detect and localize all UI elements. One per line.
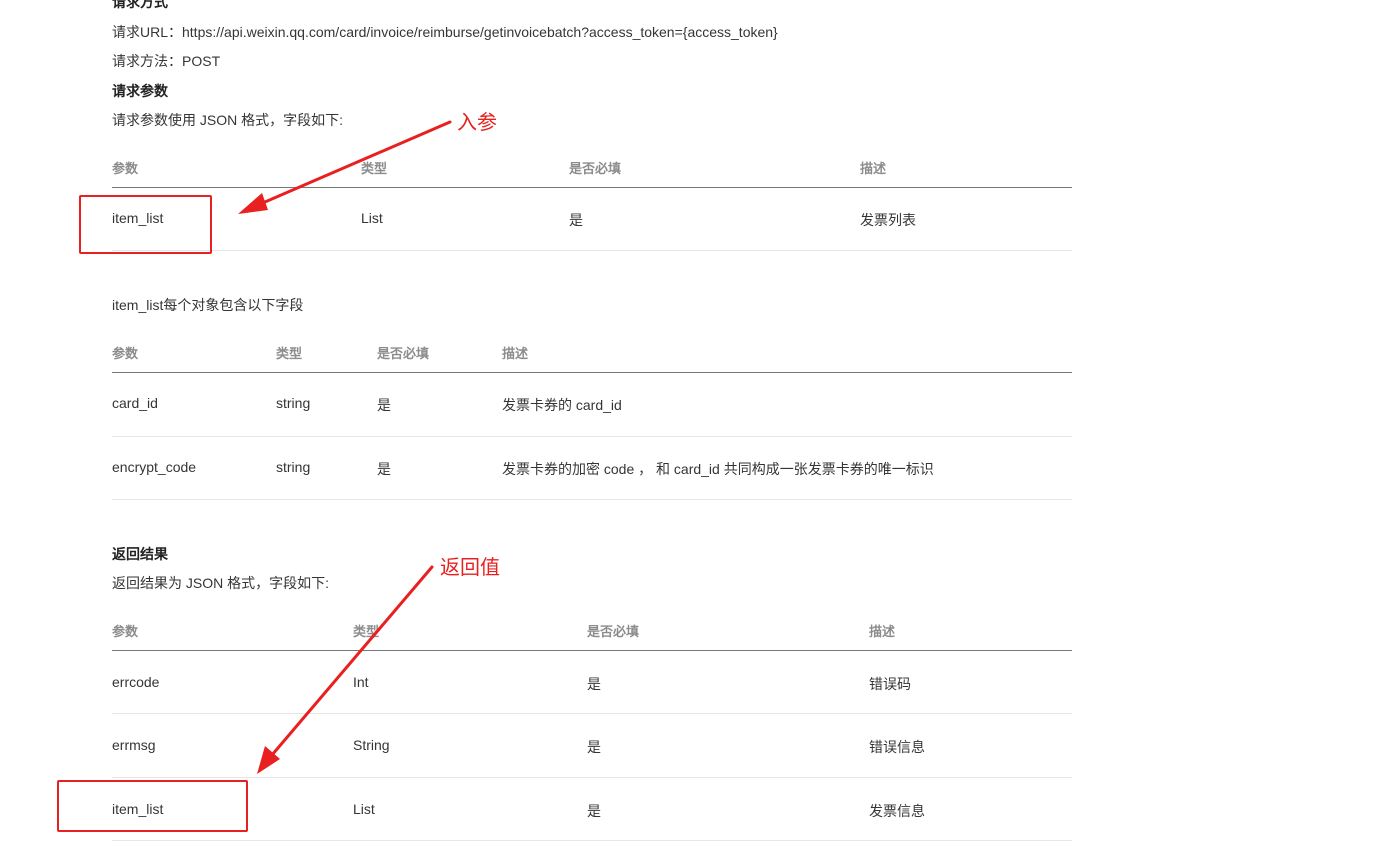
- input-arrow: [238, 120, 452, 214]
- table-cell: errcode: [112, 674, 160, 690]
- table-header-divider: [112, 187, 1072, 188]
- table-row-divider: [112, 713, 1072, 714]
- table-cell: errmsg: [112, 737, 156, 753]
- table-header: 是否必填: [569, 161, 622, 176]
- response-heading: 返回结果: [112, 546, 168, 562]
- response-desc: 返回结果为 JSON 格式，字段如下:: [112, 575, 330, 591]
- request-method-heading: 请求方式: [112, 0, 168, 10]
- table-header: 参数: [112, 624, 139, 639]
- table-header: 描述: [860, 161, 887, 176]
- table-row-divider: [112, 250, 1072, 251]
- table-cell: 是: [377, 397, 391, 413]
- table-header: 参数: [112, 346, 139, 361]
- output-arrow: [257, 565, 434, 774]
- table-cell: 是: [587, 676, 601, 692]
- table-cell: string: [276, 395, 311, 411]
- output-annotation-label: 返回值: [440, 555, 500, 579]
- table-header: 描述: [869, 624, 896, 639]
- table-row-divider: [112, 436, 1072, 437]
- table-header: 描述: [502, 346, 529, 361]
- table-row-divider: [112, 840, 1072, 841]
- table-row-divider: [112, 499, 1072, 500]
- table-cell: 是: [587, 803, 601, 819]
- table-row-divider: [112, 777, 1072, 778]
- table-cell: 发票信息: [869, 803, 925, 819]
- request-url-line: 请求URL：https://api.weixin.qq.com/card/inv…: [112, 24, 778, 40]
- table-cell: 是: [569, 212, 583, 228]
- table-cell: 是: [587, 739, 601, 755]
- table-cell: List: [353, 801, 375, 817]
- table-cell: 发票列表: [860, 212, 916, 228]
- table-cell: card_id: [112, 395, 158, 411]
- table-cell: List: [361, 210, 383, 226]
- table-header: 是否必填: [587, 624, 640, 639]
- input-annotation-label: 入参: [457, 110, 497, 134]
- table-header: 类型: [353, 624, 380, 639]
- table-cell: string: [276, 459, 311, 475]
- table-cell: String: [353, 737, 390, 753]
- table-header: 是否必填: [377, 346, 430, 361]
- request-params-heading: 请求参数: [112, 83, 168, 99]
- table-header-divider: [112, 650, 1072, 651]
- table-cell: 发票卡券的加密 code ， 和 card_id 共同构成一张发票卡券的唯一标识: [502, 461, 934, 477]
- table-cell: encrypt_code: [112, 459, 197, 475]
- input-highlight-box: [79, 195, 212, 254]
- table-header: 参数: [112, 161, 139, 176]
- table-header: 类型: [361, 161, 388, 176]
- table-cell: Int: [353, 674, 369, 690]
- request-params-desc: 请求参数使用 JSON 格式，字段如下:: [112, 112, 344, 128]
- table-cell: 是: [377, 461, 391, 477]
- table-cell: 错误信息: [869, 739, 925, 755]
- table-header: 类型: [276, 346, 303, 361]
- table-cell: 错误码: [869, 676, 911, 692]
- request-method-line: 请求方法：POST: [112, 53, 221, 69]
- table-cell: 发票卡券的 card_id: [502, 397, 622, 413]
- output-highlight-box: [57, 780, 248, 832]
- item-list-desc: item_list每个对象包含以下字段: [112, 297, 304, 313]
- table-header-divider: [112, 372, 1072, 373]
